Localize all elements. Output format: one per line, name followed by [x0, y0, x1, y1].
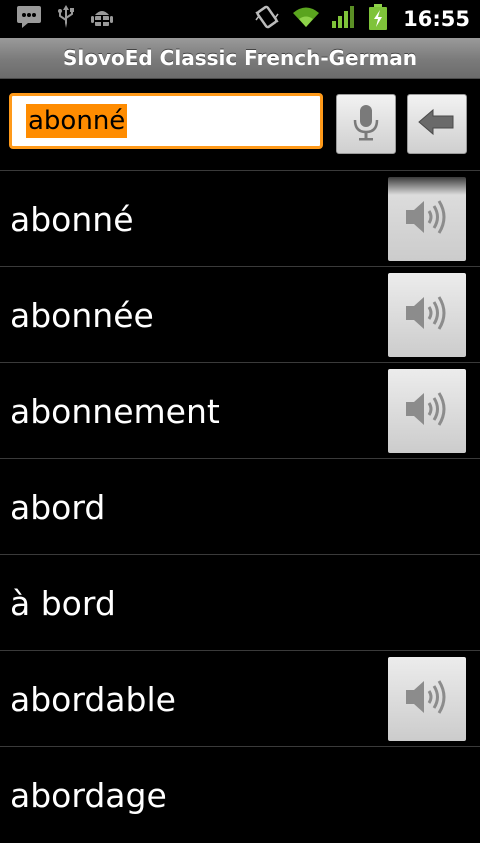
backspace-button[interactable] — [407, 94, 467, 154]
usb-icon — [56, 4, 76, 34]
microphone-icon — [351, 102, 381, 146]
play-pronunciation-button[interactable] — [388, 273, 466, 357]
word-list: abonné abonnée abonnement abord à bord aborda… — [0, 170, 480, 842]
list-item[interactable]: abonnée — [0, 266, 480, 362]
app-title-bar: SlovoEd Classic French-German — [0, 38, 480, 79]
list-item-word: à bord — [10, 583, 116, 623]
backspace-arrow-icon — [417, 106, 457, 142]
search-row: abonné — [0, 79, 480, 170]
battery-charging-icon — [367, 3, 389, 35]
speaker-icon — [402, 195, 452, 243]
clock: 16:55 — [403, 7, 470, 31]
search-input-value: abonné — [26, 104, 128, 138]
voice-search-button[interactable] — [336, 94, 396, 154]
speaker-icon — [402, 291, 452, 339]
list-item[interactable]: abordable — [0, 650, 480, 746]
list-item-word: abordable — [10, 679, 176, 719]
search-input[interactable]: abonné — [9, 93, 323, 149]
signal-icon — [331, 5, 357, 33]
message-icon — [16, 5, 42, 33]
app-title: SlovoEd Classic French-German — [62, 46, 418, 70]
speaker-icon — [402, 675, 452, 723]
list-item-word: abord — [10, 487, 106, 527]
status-bar: 16:55 — [0, 0, 480, 38]
list-item-word: abonnée — [10, 295, 154, 335]
list-item[interactable]: abord — [0, 458, 480, 554]
wifi-icon — [291, 5, 321, 33]
android-debug-icon — [90, 5, 114, 33]
list-item-word: abonnement — [10, 391, 220, 431]
list-item[interactable]: à bord — [0, 554, 480, 650]
play-pronunciation-button[interactable] — [388, 657, 466, 741]
list-item-word: abonné — [10, 199, 134, 239]
list-item[interactable]: abonnement — [0, 362, 480, 458]
vibrate-icon — [253, 3, 281, 35]
play-pronunciation-button[interactable] — [388, 369, 466, 453]
play-pronunciation-button[interactable] — [388, 177, 466, 261]
list-item[interactable]: abonné — [0, 170, 480, 266]
speaker-icon — [402, 387, 452, 435]
list-item[interactable]: abordage — [0, 746, 480, 842]
list-item-word: abordage — [10, 775, 167, 815]
